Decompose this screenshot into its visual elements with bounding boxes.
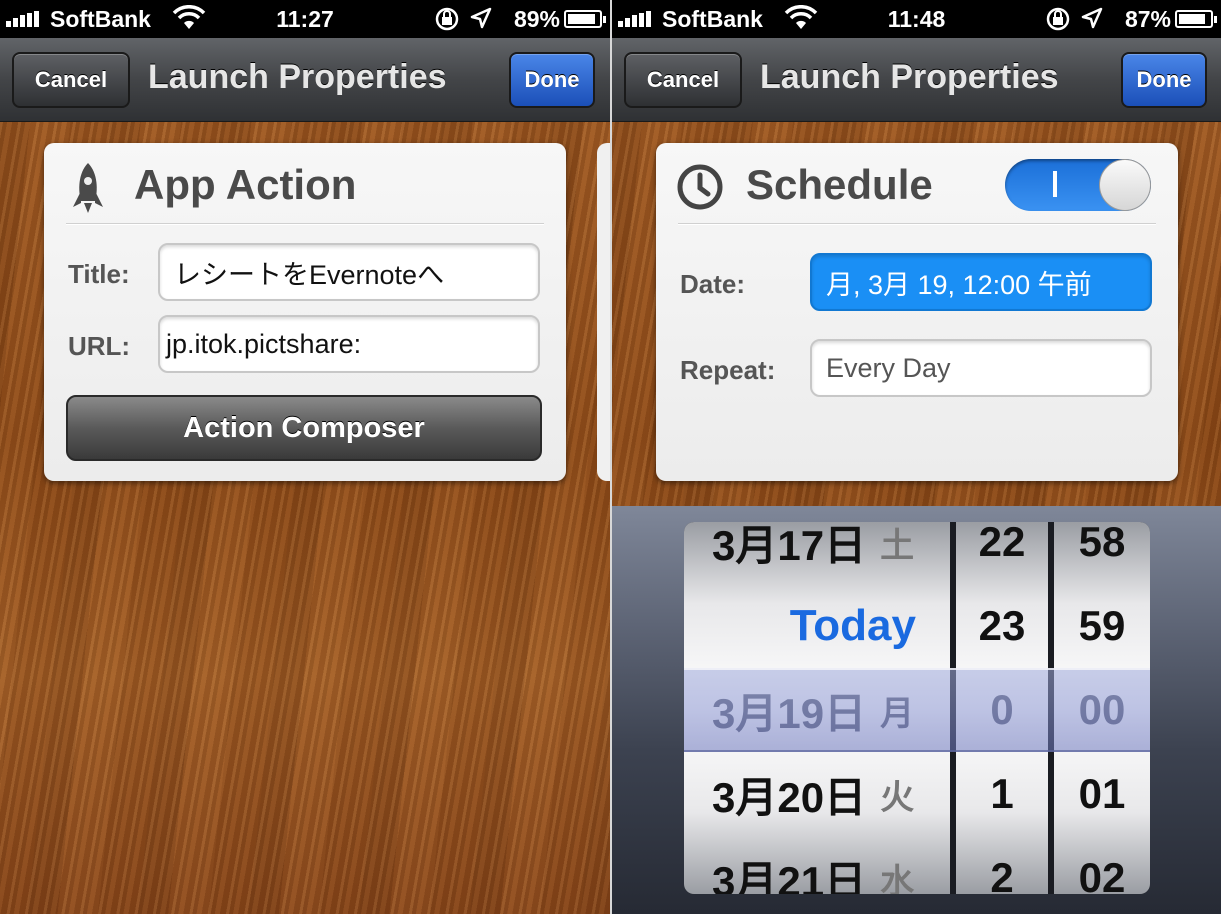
location-icon [1081, 7, 1103, 29]
picker-selection-bar [684, 668, 1150, 752]
schedule-toggle[interactable] [1005, 159, 1151, 211]
next-card-edge [597, 143, 610, 481]
date-wheel-date: 3月21日 [712, 857, 867, 895]
date-picker: 3月17日土Today3月19日月3月20日火3月21日水 2223012 58… [612, 506, 1221, 914]
minute-wheel-row: 01 [1078, 770, 1126, 817]
rotation-lock-icon [435, 7, 459, 31]
card-title: Schedule [746, 161, 933, 208]
app-action-card: App Action Title: レシートをEvernoteへ URL: jp… [44, 143, 566, 481]
toggle-on-mark [1053, 171, 1057, 197]
battery-icon [1175, 10, 1217, 28]
card-divider [66, 223, 544, 225]
date-wheel-weekday: 水 [880, 862, 915, 895]
date-wheel-row: 3月17日土 [684, 522, 950, 584]
date-wheel-date: 3月20日 [712, 773, 867, 821]
schedule-card: Schedule Date: 月, 3月 19, 12:00 午前 Repeat… [656, 143, 1178, 481]
left-screen: SoftBank 11:27 89% Cancel Launch Propert… [0, 0, 610, 914]
title-input[interactable]: レシートをEvernoteへ [158, 243, 540, 301]
toggle-knob [1099, 159, 1151, 211]
date-wheel-weekday: 火 [880, 778, 915, 817]
nav-bar: Cancel Launch Properties Done [612, 38, 1221, 122]
card-title: App Action [134, 161, 357, 208]
hour-wheel-row: 23 [978, 602, 1026, 649]
done-button[interactable]: Done [509, 52, 595, 108]
date-label: Date: [680, 269, 746, 299]
title-label: Title: [68, 259, 130, 289]
date-wheel-date: Today [789, 601, 916, 650]
battery-percent: 89% [513, 6, 560, 32]
hour-wheel-row: 2 [990, 854, 1014, 894]
hour-wheel-row: 1 [990, 770, 1014, 817]
cancel-button[interactable]: Cancel [624, 52, 742, 108]
picker-frame: 3月17日土Today3月19日月3月20日火3月21日水 2223012 58… [684, 522, 1150, 894]
status-bar: SoftBank 11:48 87% [612, 0, 1221, 38]
url-input[interactable]: jp.itok.pictshare: [158, 315, 540, 373]
done-button[interactable]: Done [1121, 52, 1207, 108]
date-wheel-row: Today [684, 584, 950, 668]
url-label: URL: [68, 331, 131, 361]
minute-wheel-row: 02 [1078, 854, 1126, 894]
location-icon [470, 7, 492, 29]
minute-wheel-row: 58 [1078, 522, 1126, 565]
status-bar: SoftBank 11:27 89% [0, 0, 610, 38]
action-composer-button[interactable]: Action Composer [66, 395, 542, 461]
clock-icon [677, 164, 723, 210]
rotation-lock-icon [1046, 7, 1070, 31]
date-wheel-weekday: 土 [880, 526, 915, 565]
battery-percent: 87% [1124, 6, 1171, 32]
page-title: Launch Properties [760, 58, 1059, 96]
page-title: Launch Properties [148, 58, 447, 96]
right-screen: SoftBank 11:48 87% Cancel Launch Propert… [612, 0, 1221, 914]
cancel-button[interactable]: Cancel [12, 52, 130, 108]
nav-bar: Cancel Launch Properties Done [0, 38, 610, 122]
date-wheel-row: 3月20日火 [684, 752, 950, 836]
date-field[interactable]: 月, 3月 19, 12:00 午前 [810, 253, 1152, 311]
battery-icon [564, 10, 606, 28]
repeat-field[interactable]: Every Day [810, 339, 1152, 397]
date-wheel-row: 3月21日水 [684, 836, 950, 895]
repeat-label: Repeat: [680, 355, 776, 385]
minute-wheel-row: 59 [1078, 602, 1126, 649]
date-wheel-date: 3月17日 [712, 522, 867, 569]
card-divider [678, 223, 1156, 225]
hour-wheel-row: 22 [978, 522, 1026, 565]
rocket-icon [73, 163, 103, 213]
